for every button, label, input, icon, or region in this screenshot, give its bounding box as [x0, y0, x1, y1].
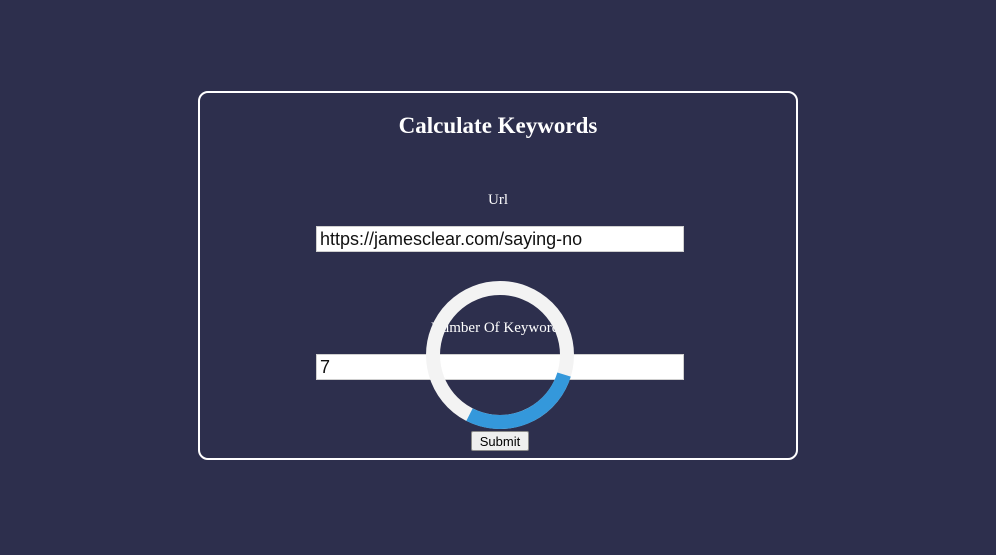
- form-title: Calculate Keywords: [398, 113, 598, 138]
- calculate-keywords-form: Calculate Keywords Url Number Of Keyword…: [198, 91, 798, 460]
- submit-button[interactable]: Submit: [471, 431, 529, 451]
- url-label: Url: [488, 192, 508, 208]
- url-input[interactable]: [316, 226, 684, 252]
- loading-spinner-icon: [426, 281, 574, 429]
